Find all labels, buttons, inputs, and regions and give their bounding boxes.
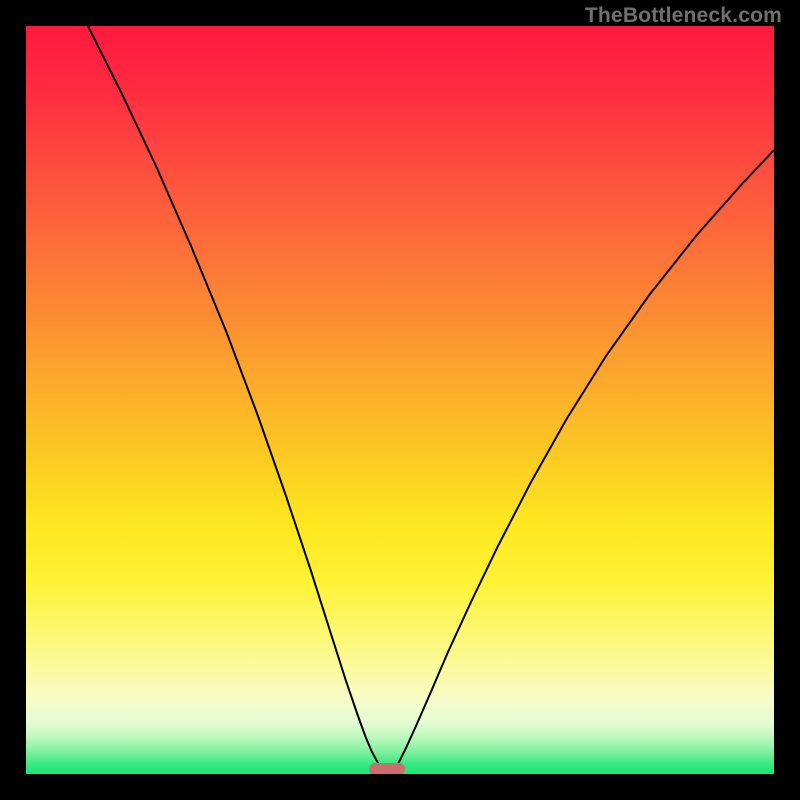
curve-svg <box>26 26 774 774</box>
minimum-marker <box>369 763 405 774</box>
bottleneck-curve-path <box>88 26 774 774</box>
chart-frame: TheBottleneck.com <box>0 0 800 800</box>
plot-area <box>26 26 774 774</box>
watermark-text: TheBottleneck.com <box>585 4 782 28</box>
